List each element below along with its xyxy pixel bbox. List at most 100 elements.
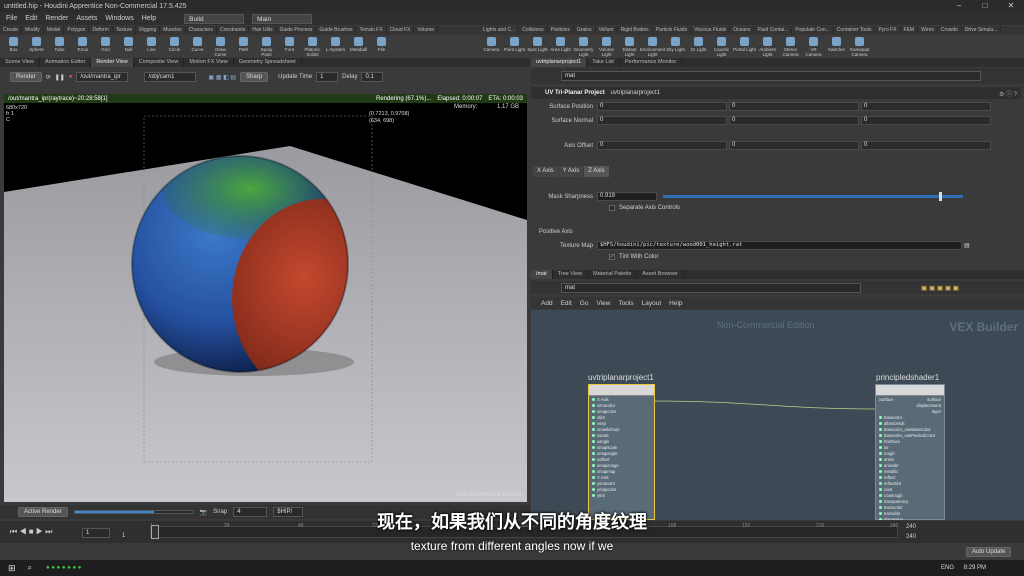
shelf-tab-hair-utils[interactable]: Hair Utils xyxy=(249,26,277,35)
axis-offset-z[interactable]: 0 xyxy=(861,141,991,150)
sharp-dropdown[interactable]: Sharp xyxy=(240,72,269,82)
tool-point-light[interactable]: Point Light xyxy=(503,35,526,57)
shelf-tab-rigging[interactable]: Rigging xyxy=(136,26,161,35)
tab-tree-view[interactable]: Tree View xyxy=(553,270,589,279)
file-browse-icon[interactable]: ▤ xyxy=(964,242,970,249)
network-path-field[interactable]: mat xyxy=(561,282,861,293)
menu-help[interactable]: Help xyxy=(142,15,156,22)
delay-field[interactable]: 0.1 xyxy=(361,72,384,82)
tool-spot-light[interactable]: Spot Light xyxy=(526,35,549,57)
shelf-tab-lights-and-c[interactable]: Lights and C... xyxy=(480,26,520,35)
net-menu-go[interactable]: Go xyxy=(580,300,589,307)
node-uvtriplanarproject1[interactable]: X Axis xenacolor xmapcolor xtint xsep xmasksh… xyxy=(588,384,655,520)
render-button[interactable]: Render xyxy=(10,72,42,82)
tab-mat[interactable]: /mat xyxy=(531,270,553,279)
surface-normal-z[interactable]: 0 xyxy=(861,116,991,125)
tab-render-view[interactable]: Render View xyxy=(91,58,134,67)
net-menu-add[interactable]: Add xyxy=(541,300,553,307)
close-icon[interactable]: ✕ xyxy=(998,0,1024,12)
tool-camera[interactable]: Camera xyxy=(480,35,503,57)
shelf-tab-rigid-bodies[interactable]: Rigid Bodies xyxy=(618,26,653,35)
tool-circle[interactable]: Circle xyxy=(163,35,186,57)
tab-asset-browser[interactable]: Asset Browser xyxy=(637,270,684,279)
windows-start-icon[interactable]: ⊞ xyxy=(8,563,16,574)
shelf-tab-cloud-fx[interactable]: Cloud FX xyxy=(387,26,415,35)
render-viewport[interactable]: 680x720 fr 1 C (0.7213, 0.9708) (634, 69… xyxy=(4,94,527,502)
menu-assets[interactable]: Assets xyxy=(76,15,97,22)
node1-input[interactable]: ytint xyxy=(589,492,654,498)
tool-box[interactable]: Box xyxy=(2,35,25,57)
tool-platonic-solids[interactable]: Platonic Solids xyxy=(301,35,324,57)
tool-file[interactable]: File xyxy=(370,35,393,57)
shelf-tab-guide-process[interactable]: Guide Process xyxy=(277,26,317,35)
shelf-tab-viscous-fluids[interactable]: Viscous Fluids xyxy=(691,26,731,35)
tab-performance-monitor[interactable]: Performance Monitor xyxy=(620,58,683,67)
node-name-field[interactable]: uvtriplanarproject1 xyxy=(611,90,660,96)
search-icon[interactable]: ⌕ xyxy=(28,563,32,573)
node1-header[interactable] xyxy=(589,385,654,396)
tool-portal-light[interactable]: Portal Light xyxy=(733,35,756,57)
shelf-tab-constraints[interactable]: Constraints xyxy=(217,26,250,35)
view-icons[interactable]: ▣ ▦ ◧ ▤ xyxy=(208,74,236,81)
tool-spray-paint[interactable]: Spray Paint xyxy=(255,35,278,57)
param-path-field[interactable]: mat xyxy=(561,71,981,81)
shelf-tab-drive-simula[interactable]: Drive Simula... xyxy=(962,26,1002,35)
tool-line[interactable]: Line xyxy=(140,35,163,57)
menu-file[interactable]: File xyxy=(6,15,17,22)
tab-motion-fx-view[interactable]: Motion FX View xyxy=(184,58,234,67)
tool-sphere[interactable]: Sphere xyxy=(25,35,48,57)
net-menu-layout[interactable]: Layout xyxy=(642,300,662,307)
rop-field[interactable]: /out/mantra_ipr xyxy=(76,72,129,82)
tint-with-color-checkbox[interactable]: ✓ xyxy=(609,254,615,260)
minimize-icon[interactable]: – xyxy=(946,0,972,12)
shelf-tab-fem[interactable]: FEM xyxy=(901,26,919,35)
shelf-tab-particles[interactable]: Particles xyxy=(548,26,574,35)
tool-null[interactable]: Null xyxy=(117,35,140,57)
tool-stereo-camera[interactable]: Stereo Camera xyxy=(779,35,802,57)
shelf-tab-fluid-contai[interactable]: Fluid Contai... xyxy=(754,26,793,35)
tool-path[interactable]: Path xyxy=(232,35,255,57)
shelf-tab-polygon[interactable]: Polygon xyxy=(64,26,90,35)
tab-animation-editor[interactable]: Animation Editor xyxy=(40,58,92,67)
mask-sharpness-slider[interactable] xyxy=(663,192,963,201)
tool-volume-light[interactable]: Volume Light xyxy=(595,35,618,57)
axis-offset-x[interactable]: 0 xyxy=(597,141,727,150)
surface-normal-y[interactable]: 0 xyxy=(729,116,859,125)
tool-ambient-light[interactable]: Ambient Light xyxy=(756,35,779,57)
surface-position-z[interactable]: 0 xyxy=(861,102,991,111)
mask-sharpness-field[interactable]: 0.919 xyxy=(597,192,657,201)
tab-z-axis[interactable]: Z Axis xyxy=(584,166,609,177)
node2-out-surface[interactable]: surface xyxy=(927,397,941,402)
tool-gi-light[interactable]: GI Light xyxy=(687,35,710,57)
tab-material-palette[interactable]: Material Palette xyxy=(588,270,638,279)
tab-take-list[interactable]: Take List xyxy=(587,58,620,67)
shelf-tab-volume[interactable]: Volume xyxy=(414,26,439,35)
tool-switcher[interactable]: Switcher xyxy=(825,35,848,57)
node-principledshader1[interactable]: Surface surface displacement layer baseco… xyxy=(875,384,945,520)
desktop-dropdown[interactable]: Build xyxy=(184,13,245,24)
tab-x-axis[interactable]: X Axis xyxy=(533,166,558,177)
net-menu-edit[interactable]: Edit xyxy=(561,300,572,307)
network-editor[interactable]: Non-Commercial Edition VEX Builder uvtri… xyxy=(531,310,1024,520)
shelf-tab-texture[interactable]: Texture xyxy=(113,26,137,35)
shelf-tab-wires[interactable]: Wires xyxy=(918,26,938,35)
update-time-field[interactable]: 1 xyxy=(316,72,339,82)
tool-distant-light[interactable]: Distant Light xyxy=(618,35,641,57)
shelf-tab-terrain-fx[interactable]: Terrain FX xyxy=(356,26,387,35)
shelf-tab-deform[interactable]: Deform xyxy=(89,26,113,35)
shelf-tab-crowds[interactable]: Crowds xyxy=(938,26,962,35)
surface-position-y[interactable]: 0 xyxy=(729,102,859,111)
shelf-tab-muscles[interactable]: Muscles xyxy=(160,26,186,35)
tool-font[interactable]: Font xyxy=(278,35,301,57)
tab-geometry-spreadsheet[interactable]: Geometry Spreadsheet xyxy=(234,58,302,67)
tool-torus[interactable]: Torus xyxy=(71,35,94,57)
tool-l-system[interactable]: L-System xyxy=(324,35,347,57)
shelf-tab-pyro-fx[interactable]: Pyro FX xyxy=(875,26,901,35)
shelf-tab-container-tools[interactable]: Container Tools xyxy=(834,26,876,35)
shelf-tab-oceans[interactable]: Oceans xyxy=(730,26,755,35)
tool-area-light[interactable]: Area Light xyxy=(549,35,572,57)
pause-icon[interactable]: ❚❚ xyxy=(55,74,65,81)
shelf-tab-vellum[interactable]: Vellum xyxy=(596,26,618,35)
shelf-tab-collisions[interactable]: Collisions xyxy=(519,26,548,35)
tool-tube[interactable]: Tube xyxy=(48,35,71,57)
